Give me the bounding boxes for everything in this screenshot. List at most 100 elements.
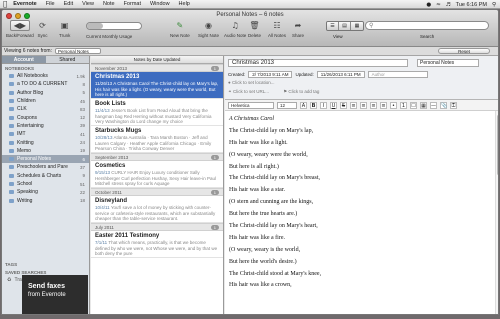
search-input[interactable]: ⚲ [365, 21, 489, 30]
body-line: The Christ-child stood at Mary's knee, [229, 270, 322, 277]
author-field[interactable]: Author [367, 71, 428, 78]
notebook-icon [9, 182, 14, 186]
all-notes-button[interactable]: ☷ All Notes [268, 20, 286, 38]
note-item-selected[interactable]: Christmas 2013 11/26/13 A Christmas Caro… [91, 72, 223, 99]
menu-note[interactable]: Note [103, 1, 115, 7]
notebook-icon [9, 148, 14, 153]
align-center-icon[interactable]: ≡ [360, 101, 367, 109]
tab-account[interactable]: Account [2, 56, 46, 63]
body-line: His hair was like a crown, [229, 282, 292, 289]
underline-icon[interactable]: U [330, 101, 337, 109]
notebook-filter-select[interactable]: Personal Notes [55, 48, 101, 54]
bold-icon[interactable]: B [310, 101, 317, 109]
menu-format[interactable]: Format [124, 1, 141, 7]
notebook-item-selected[interactable]: Personal Notes 6 [2, 154, 89, 164]
new-note-button[interactable]: ✎ New Note [170, 20, 190, 38]
note-list-header[interactable]: Notes by Date Updated [91, 56, 223, 64]
tags-heading[interactable]: TAGS [2, 260, 90, 268]
all-notes-icon: ☷ [273, 21, 281, 30]
note-item[interactable]: Cosmetics 9/15/13 CURLY HAIR Enjoy Luxur… [91, 161, 223, 188]
clock[interactable]: Tue 6:16 PM [456, 2, 487, 8]
notebook-item[interactable]: CLK 83 [2, 105, 89, 113]
notebook-icon [9, 140, 14, 145]
italic-icon[interactable]: I [320, 101, 327, 109]
search-label: Search [420, 34, 435, 39]
text-color-icon[interactable]: A [300, 101, 307, 109]
menu-edit[interactable]: Edit [64, 1, 73, 7]
month-divider: October 2011 1 [91, 188, 223, 196]
notebooks-heading[interactable]: NOTEBOOKS [2, 64, 89, 72]
notebook-select[interactable]: Personal Notes [417, 59, 479, 67]
snapshot-note-button[interactable]: ◉ Sight Note [198, 20, 219, 38]
note-body[interactable]: A Christmas Carol The Christ-child lay o… [229, 116, 489, 294]
notebook-item[interactable]: IMT 41 [2, 130, 89, 138]
table-icon[interactable]: ▦ [420, 101, 427, 109]
audio-note-button[interactable]: ♫ Audio Note [224, 20, 246, 38]
trunk-button[interactable]: ▣ Trunk [59, 20, 70, 38]
sync-button[interactable]: ⟳ Sync [37, 20, 48, 38]
apple-icon[interactable]:  [3, 0, 7, 8]
horizontal-rule-icon[interactable]: — [430, 101, 437, 109]
menu-view[interactable]: View [82, 1, 94, 7]
align-left-icon[interactable]: ≡ [350, 101, 357, 109]
notebook-item[interactable]: Children 45 [2, 97, 89, 105]
fax-ad-banner[interactable]: Send faxes from Evernote [22, 275, 88, 314]
created-date-field[interactable]: 2/ 7/2013 9:11 AM [248, 71, 293, 78]
numbered-list-icon[interactable]: 1 [400, 101, 407, 109]
evernote-status-icon[interactable]: ● [426, 2, 431, 8]
note-title-field[interactable]: Christmas 2013 [228, 59, 408, 67]
notebook-item[interactable]: Knitting 24 [2, 138, 89, 146]
menu-bar:  Evernote File Edit View Note Format Wi… [0, 0, 500, 9]
note-item[interactable]: Disneyland 10/4/11 You'll save a lot of … [91, 196, 223, 223]
filter-bar: Viewing 6 notes from: Personal Notes Res… [2, 47, 498, 56]
updated-date-field[interactable]: 11/26/2013 6:11 PM [316, 71, 365, 78]
wifi-icon[interactable]: ≈ [436, 2, 441, 8]
delete-button[interactable]: 🗑 Delete [248, 20, 261, 38]
snippet-view-icon[interactable]: ▤ [339, 22, 351, 30]
notebook-item[interactable]: a TO DO & CURRENT 8 [2, 80, 89, 88]
notebook-item[interactable]: School 51 [2, 180, 89, 188]
card-view-icon[interactable]: ▦ [351, 22, 363, 30]
share-button[interactable]: ➦ Share [292, 20, 304, 38]
justify-icon[interactable]: ≡ [380, 101, 387, 109]
menu-help[interactable]: Help [179, 1, 190, 7]
notebook-item[interactable]: Speaking 22 [2, 188, 89, 196]
note-item[interactable]: Starbucks Mugs 10/28/13 Atlanta Australi… [91, 126, 223, 153]
notebook-item[interactable]: Coupons 12 [2, 113, 89, 121]
back-forward-button[interactable]: ◀▶ Back/Forward [6, 20, 34, 38]
url-field[interactable]: ⚭ Click to set URL... [228, 89, 269, 95]
font-select[interactable]: Helvetica [228, 101, 274, 109]
encrypt-icon[interactable]: ⚿ [450, 101, 457, 109]
tag-field[interactable]: ⚑ Click to add tag [283, 89, 319, 95]
reset-button[interactable]: Reset [438, 48, 490, 54]
menu-file[interactable]: File [46, 1, 55, 7]
notebook-item[interactable]: All Notebooks 1.9k [2, 72, 89, 80]
notebook-item[interactable]: Entertaining 39 [2, 122, 89, 130]
bullet-list-icon[interactable]: • [390, 101, 397, 109]
scrollbar-thumb[interactable] [497, 115, 498, 175]
list-view-icon[interactable]: ☰ [327, 22, 339, 30]
body-line: His hair was like a fire. [229, 234, 285, 241]
checkbox-icon[interactable]: ☐ [410, 101, 417, 109]
notebook-item[interactable]: Preschoolers and Pare 37 [2, 163, 89, 171]
align-right-icon[interactable]: ≡ [370, 101, 377, 109]
strikethrough-icon[interactable]: S [340, 101, 347, 109]
menu-window[interactable]: Window [150, 1, 170, 7]
editor-scrollbar[interactable] [495, 111, 498, 314]
notebook-icon [9, 82, 14, 87]
attachment-icon[interactable]: 📎 [440, 101, 447, 109]
notebook-item[interactable]: Schedules & Charts 9 [2, 172, 89, 180]
location-field[interactable]: ● Click to set location... [228, 80, 275, 85]
trash-icon: ♻ [7, 277, 12, 284]
note-item[interactable]: Book Lists 11/4/13 Jesse's Book List fro… [91, 99, 223, 126]
notebook-item[interactable]: Memo 19 [2, 147, 89, 155]
tab-shared[interactable]: Shared [45, 56, 89, 63]
volume-icon[interactable]: ♬ [446, 2, 451, 8]
notebook-item[interactable]: Author Blog 5 [2, 89, 89, 97]
menu-app[interactable]: Evernote [13, 1, 37, 7]
spotlight-icon[interactable]: ⚲ [492, 2, 496, 8]
note-item[interactable]: Easter 2011 Testimony 7/1/11 That which … [91, 231, 223, 258]
notebook-item[interactable]: Writing 18 [2, 196, 89, 204]
url-tag-row: ⚭ Click to set URL... ⚑ Click to add tag [228, 89, 319, 95]
font-size-select[interactable]: 12 [277, 101, 297, 109]
